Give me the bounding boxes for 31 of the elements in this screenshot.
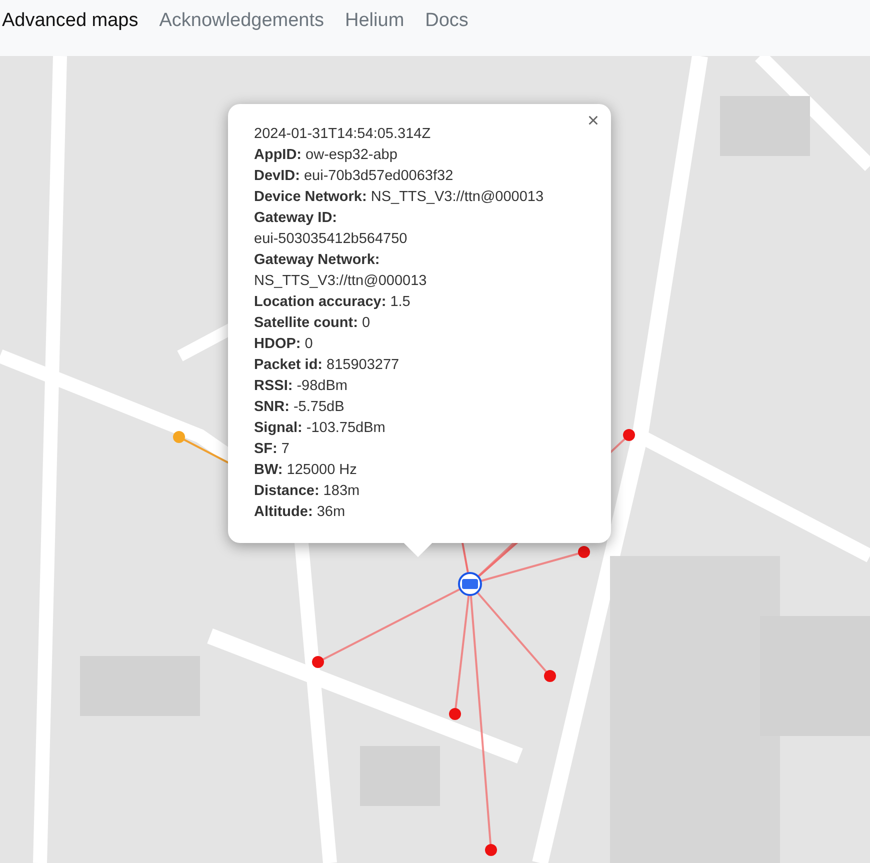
info-line: Satellite count: 0 [254, 314, 372, 333]
nav-link[interactable]: Advanced maps [2, 10, 138, 32]
info-line: HDOP: 0 [254, 335, 314, 354]
info-line: Gateway Network: [254, 251, 381, 270]
info-line: DevID: eui-70b3d57ed0063f32 [254, 167, 454, 186]
gateway-marker[interactable] [312, 656, 324, 668]
info-line: Distance: 183m [254, 482, 361, 501]
info-line: SF: 7 [254, 440, 290, 459]
info-line: eui-503035412b564750 [254, 230, 408, 249]
info-line: BW: 125000 Hz [254, 461, 358, 480]
nav-link[interactable]: Helium [345, 10, 404, 32]
info-line: Gateway ID: [254, 209, 338, 228]
gateway-marker[interactable] [578, 546, 590, 558]
gateway-marker[interactable] [449, 708, 461, 720]
info-line: Signal: -103.75dBm [254, 419, 386, 438]
info-line: SNR: -5.75dB [254, 398, 346, 417]
info-line: Device Network: NS_TTS_V3://ttn@000013 [254, 188, 545, 207]
gateway-marker[interactable] [544, 670, 556, 682]
info-line: Altitude: 36m [254, 503, 346, 522]
info-line: RSSI: -98dBm [254, 377, 348, 396]
info-line: AppID: ow-esp32-abp [254, 146, 398, 165]
info-line: NS_TTS_V3://ttn@000013 [254, 272, 428, 291]
info-line: Location accuracy: 1.5 [254, 293, 412, 312]
info-line: 2024-01-31T14:54:05.314Z [254, 125, 432, 144]
nav-link[interactable]: Docs [425, 10, 468, 32]
info-line: Packet id: 815903277 [254, 356, 400, 375]
close-button[interactable]: × [583, 110, 603, 132]
nav-link[interactable]: Acknowledgements [159, 10, 324, 32]
gateway-marker[interactable] [173, 431, 185, 443]
gateway-marker[interactable] [623, 429, 635, 441]
gateway-marker[interactable] [485, 844, 497, 856]
